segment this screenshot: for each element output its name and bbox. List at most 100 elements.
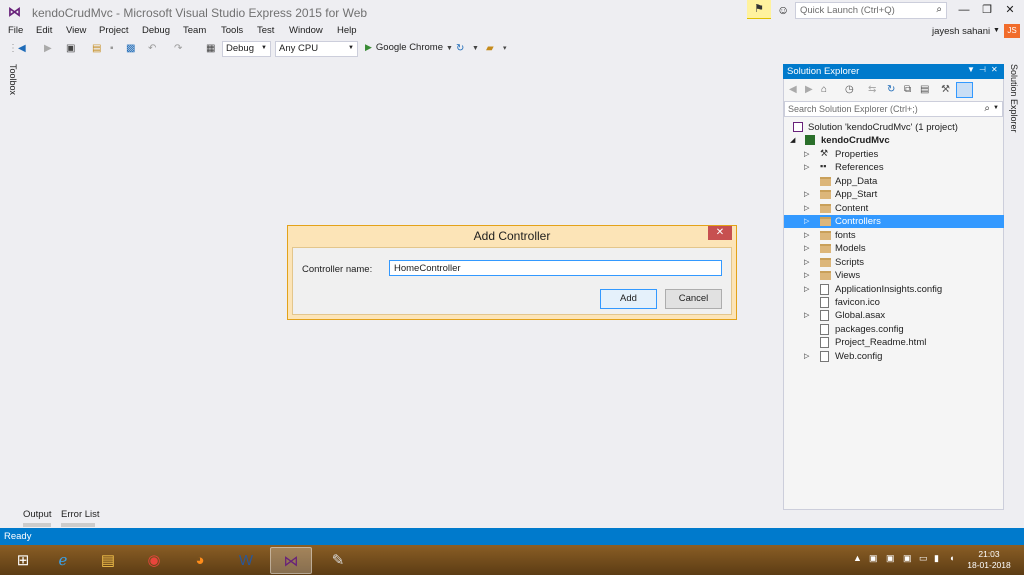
save-icon[interactable]: ▪ <box>110 42 114 56</box>
collapse-all-icon[interactable]: ⧉ <box>904 84 911 95</box>
undo-icon[interactable]: ↶ <box>148 42 156 56</box>
expand-arrow-icon[interactable]: ▷ <box>804 283 809 296</box>
tree-item[interactable]: ▷ Models <box>784 242 1004 255</box>
user-avatar[interactable]: JS <box>1004 24 1020 38</box>
forward-icon[interactable]: ▶ <box>44 42 52 56</box>
solution-explorer-side-tab[interactable]: Solution Explorer <box>1007 64 1019 134</box>
tree-item[interactable]: ▷ ▪▪ References <box>784 161 1004 174</box>
file-explorer-icon[interactable]: ▤ <box>87 547 129 574</box>
back-icon[interactable]: ◀ <box>789 84 797 95</box>
dialog-close-button[interactable]: ✕ <box>708 226 732 240</box>
toolbox-tab[interactable]: Toolbox <box>6 64 18 98</box>
open-file-icon[interactable]: ▤ <box>92 42 101 56</box>
expand-arrow-icon[interactable]: ▷ <box>804 148 809 161</box>
save-all-icon[interactable]: ▩ <box>126 42 135 56</box>
tray-app-icon[interactable]: ▣ <box>903 553 912 564</box>
tab-output[interactable]: Output <box>23 509 52 520</box>
show-all-files-icon[interactable]: ▤ <box>920 84 929 95</box>
tree-solution-node[interactable]: Solution 'kendoCrudMvc' (1 project) <box>784 121 1004 134</box>
run-button[interactable]: ▶ Google Chrome <box>365 42 443 53</box>
expand-arrow-icon[interactable]: ▷ <box>804 269 809 282</box>
expand-arrow-icon[interactable]: ▷ <box>804 188 809 201</box>
expand-arrow-icon[interactable]: ▷ <box>804 161 809 174</box>
word-icon[interactable]: W <box>225 547 267 574</box>
volume-icon[interactable]: ◖ <box>949 553 954 563</box>
properties-wrench-icon[interactable]: ⚒ <box>941 84 950 95</box>
visual-studio-taskbar-icon[interactable]: ⋈ <box>270 547 312 574</box>
tree-project-node[interactable]: ◢ kendoCrudMvc <box>784 134 1004 147</box>
tree-item[interactable]: ▷ Content <box>784 202 1004 215</box>
new-project-icon[interactable]: ▣ <box>66 42 75 56</box>
tree-item[interactable]: Project_Readme.html <box>784 336 1004 349</box>
tree-item[interactable]: packages.config <box>784 323 1004 336</box>
controller-name-input[interactable]: HomeController <box>389 260 722 276</box>
notifications-flag-icon[interactable]: ⚑ <box>747 0 771 19</box>
solution-configurations-icon[interactable]: ▦ <box>206 42 215 56</box>
refresh-icon[interactable]: ↻ <box>887 84 895 95</box>
tree-item[interactable]: ▷ ApplicationInsights.config <box>784 283 1004 296</box>
menu-edit[interactable]: Edit <box>36 24 52 38</box>
expanded-arrow-icon[interactable]: ◢ <box>790 134 795 147</box>
firefox-icon[interactable]: ◕ <box>179 547 221 574</box>
tree-item[interactable]: ▷ Views <box>784 269 1004 282</box>
tab-error-list[interactable]: Error List <box>61 509 100 520</box>
redo-icon[interactable]: ↷ <box>174 42 182 56</box>
toolbar-options-icon[interactable]: ▾ <box>503 42 507 56</box>
tree-item[interactable]: ▷ ⚒ Properties <box>784 148 1004 161</box>
expand-arrow-icon[interactable]: ▷ <box>804 229 809 242</box>
history-icon[interactable]: ◷ <box>845 84 854 95</box>
menu-team[interactable]: Team <box>183 24 206 38</box>
tree-item[interactable]: ▷ fonts <box>784 229 1004 242</box>
windows-start-icon[interactable]: ⊞ <box>2 547 44 574</box>
tree-item[interactable]: favicon.ico <box>784 296 1004 309</box>
back-icon[interactable]: ◀ <box>18 42 26 56</box>
menu-test[interactable]: Test <box>257 24 274 38</box>
quick-launch-input[interactable]: Quick Launch (Ctrl+Q) ⌕ <box>795 2 947 19</box>
tray-app-icon[interactable]: ▣ <box>869 553 878 564</box>
feedback-smiley-icon[interactable]: ☺ <box>777 3 789 17</box>
close-window-button[interactable]: ✕ <box>998 2 1022 19</box>
tray-app-icon[interactable]: ▣ <box>886 553 895 564</box>
home-icon[interactable]: ⌂ <box>821 84 827 95</box>
expand-arrow-icon[interactable]: ▷ <box>804 242 809 255</box>
forward-icon[interactable]: ▶ <box>805 84 813 95</box>
chevron-down-icon[interactable]: ▼ <box>993 27 1000 34</box>
tree-item[interactable]: ▷ App_Start <box>784 188 1004 201</box>
sync-icon[interactable]: ⇆ <box>868 84 876 95</box>
menu-debug[interactable]: Debug <box>142 24 170 38</box>
preview-selected-items-button[interactable] <box>956 82 973 98</box>
menu-tools[interactable]: Tools <box>221 24 243 38</box>
internet-explorer-icon[interactable]: ℯ <box>42 547 84 574</box>
chevron-down-icon[interactable]: ▼ <box>472 42 479 56</box>
refresh-icon[interactable]: ↻ <box>456 42 464 56</box>
menu-file[interactable]: File <box>8 24 23 38</box>
platform-dropdown[interactable]: Any CPU ▼ <box>275 41 358 57</box>
tray-expand-icon[interactable]: ▲ <box>853 553 862 563</box>
expand-arrow-icon[interactable]: ▷ <box>804 202 809 215</box>
expand-arrow-icon[interactable]: ▷ <box>804 309 809 322</box>
pin-icon[interactable]: ⊣ <box>979 65 986 74</box>
menu-help[interactable]: Help <box>337 24 357 38</box>
chrome-icon[interactable]: ◉ <box>133 547 175 574</box>
close-icon[interactable]: ✕ <box>991 65 998 74</box>
taskbar-clock[interactable]: 21:03 18-01-2018 <box>964 549 1014 571</box>
expand-arrow-icon[interactable]: ▷ <box>804 256 809 269</box>
solution-search-input[interactable]: Search Solution Explorer (Ctrl+;) ⌕ ▼ <box>784 101 1003 117</box>
chevron-down-icon[interactable]: ▼ <box>446 42 453 56</box>
tree-item[interactable]: ▷ Global.asax <box>784 309 1004 322</box>
menu-project[interactable]: Project <box>99 24 129 38</box>
cancel-button[interactable]: Cancel <box>665 289 722 309</box>
browser-link-icon[interactable]: ▰ <box>486 42 494 56</box>
tree-item[interactable]: ▷ Scripts <box>784 256 1004 269</box>
configuration-dropdown[interactable]: Debug ▼ <box>222 41 271 57</box>
tree-item[interactable]: ▷ Controllers <box>784 215 1004 228</box>
menu-view[interactable]: View <box>66 24 86 38</box>
minimize-button[interactable]: — <box>952 2 976 19</box>
add-button[interactable]: Add <box>600 289 657 309</box>
menu-window[interactable]: Window <box>289 24 323 38</box>
paint-icon[interactable]: ✎ <box>317 547 359 574</box>
expand-arrow-icon[interactable]: ▷ <box>804 215 809 228</box>
expand-arrow-icon[interactable]: ▷ <box>804 350 809 363</box>
chevron-down-icon[interactable]: ▼ <box>967 65 975 74</box>
battery-icon[interactable]: ▭ <box>919 553 928 564</box>
